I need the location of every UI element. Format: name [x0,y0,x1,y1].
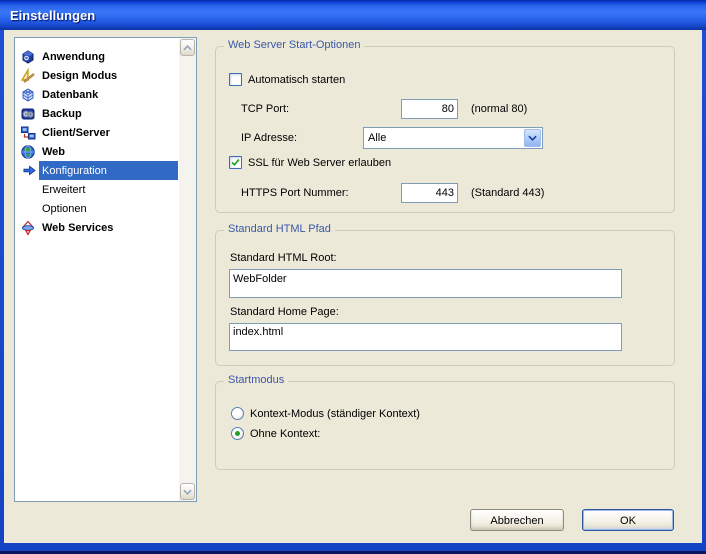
sidebar-item-datenbank[interactable]: Datenbank [15,85,178,104]
ip-address-select[interactable]: Alle [363,127,543,149]
check-icon [231,158,240,167]
combo-drop-button[interactable] [524,129,541,147]
sidebar-item-web[interactable]: Web [15,142,178,161]
sidebar-item-konfiguration[interactable]: Konfiguration [15,161,178,180]
https-port-note: (Standard 443) [471,187,545,199]
window-title: Einstellungen [10,7,96,23]
context-mode-label[interactable]: Kontext-Modus (ständiger Kontext) [250,408,420,420]
ip-address-label: IP Adresse: [241,132,298,144]
design-tools-icon [20,67,36,84]
dialog-content: Anwendung Design Modus Datenbank Backup … [4,30,702,543]
sidebar-item-client-server[interactable]: Client/Server [15,123,178,142]
database-cube-icon [20,87,36,103]
sidebar-scrollbar[interactable] [179,38,196,501]
auto-start-label[interactable]: Automatisch starten [248,74,345,86]
home-page-label: Standard Home Page: [230,306,339,318]
group-title: Startmodus [224,374,289,386]
web-services-icon [20,220,36,236]
arrow-right-icon [22,163,37,178]
sidebar-item-label: Design Modus [42,69,118,82]
sidebar-item-label: Client/Server [42,126,110,139]
no-context-label[interactable]: Ohne Kontext: [250,428,320,440]
home-page-input[interactable] [229,323,622,351]
tcp-port-input[interactable] [401,99,458,119]
https-port-label: HTTPS Port Nummer: [241,187,349,199]
sidebar-item-erweitert[interactable]: Erweitert [15,180,178,199]
sidebar-item-label: Optionen [42,202,87,215]
sidebar-item-label: Anwendung [42,50,105,63]
ssl-checkbox[interactable] [229,156,242,169]
sidebar-item-label: Konfiguration [42,164,107,177]
scrollbar-down-button[interactable] [180,483,195,500]
sidebar-item-label: Web Services [42,221,114,234]
html-root-input[interactable] [229,269,622,298]
auto-start-checkbox[interactable] [229,73,242,86]
https-port-input[interactable] [401,183,458,203]
title-bar[interactable]: Einstellungen [0,0,706,30]
cancel-button[interactable]: Abbrechen [470,509,564,531]
sidebar-item-anwendung[interactable]: Anwendung [15,47,178,66]
backup-disks-icon [20,106,36,122]
sidebar-item-label: Datenbank [42,88,99,101]
application-cube-icon [20,49,36,65]
group-web-server-start-options: Web Server Start-Optionen Automatisch st… [215,39,675,213]
no-context-radio[interactable] [231,427,244,440]
group-standard-html-path: Standard HTML Pfad Standard HTML Root: S… [215,223,675,366]
group-title: Web Server Start-Optionen [224,39,365,51]
client-server-icon [20,125,36,141]
group-title: Standard HTML Pfad [224,223,335,235]
context-mode-radio[interactable] [231,407,244,420]
tcp-port-note: (normal 80) [471,103,528,115]
sidebar-item-label: Backup [42,107,82,120]
sidebar-item-label: Web [42,145,66,158]
html-root-label: Standard HTML Root: [230,252,337,264]
sidebar-item-label: Erweitert [42,183,86,196]
group-start-mode: Startmodus Kontext-Modus (ständiger Kont… [215,374,675,470]
sidebar-item-optionen[interactable]: Optionen [15,199,178,218]
tcp-port-label: TCP Port: [241,103,290,115]
chevron-down-icon [183,489,192,495]
settings-category-list: Anwendung Design Modus Datenbank Backup … [14,37,197,502]
ip-address-value: Alle [368,132,387,144]
ok-button[interactable]: OK [582,509,674,531]
sidebar-item-web-services[interactable]: Web Services [15,218,178,237]
chevron-down-icon [528,135,537,141]
settings-dialog: Einstellungen Anwendung Design Modus Dat… [0,0,706,554]
ssl-label[interactable]: SSL für Web Server erlauben [248,157,391,169]
scrollbar-up-button[interactable] [180,39,195,56]
sidebar-item-design-modus[interactable]: Design Modus [15,66,178,85]
globe-icon [20,144,36,160]
sidebar-item-backup[interactable]: Backup [15,104,178,123]
chevron-up-icon [183,44,192,50]
